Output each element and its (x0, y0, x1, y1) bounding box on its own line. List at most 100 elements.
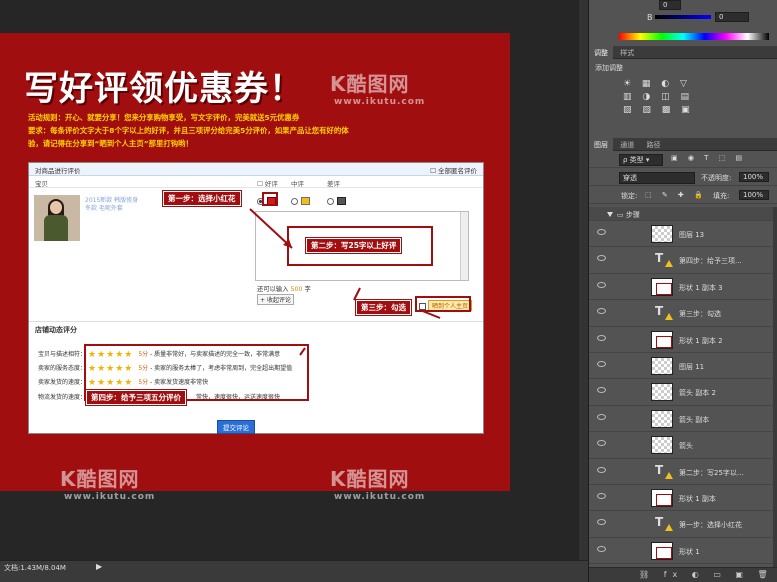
collapse-review-button[interactable]: + 收起评论 (257, 294, 294, 305)
vertical-scrollbar[interactable] (578, 0, 588, 560)
layer-row[interactable]: 形状 1 副本 (589, 485, 773, 512)
value-b-field[interactable]: 0 (715, 12, 749, 22)
watermark: K酷图网 www.ikutu.com (60, 467, 156, 502)
tab-styles[interactable]: 样式 (615, 46, 639, 60)
product-image (34, 195, 80, 241)
watermark: K酷图网 www.ikutu.com (330, 467, 426, 502)
visibility-eye-icon[interactable] (597, 492, 606, 499)
bad-rating-option[interactable] (327, 197, 346, 205)
status-menu-arrow-icon[interactable]: ▶ (96, 562, 102, 572)
document-canvas[interactable]: 写好评领优惠券！ 活动规则：开心、就要分享！您来分享购物享受，写文字评价，完美就… (0, 33, 510, 491)
mid-rating-option[interactable] (291, 197, 310, 205)
layer-name: 图层 13 (679, 231, 705, 239)
product-link[interactable]: 2015新款 韩版修身 冬款 毛呢外套 (85, 197, 145, 213)
filter-icons[interactable]: ▣ ◉ T ⬚ ▤ (671, 154, 746, 162)
layer-filter-row: ρ 类型 ▾ ▣ ◉ T ⬚ ▤ (589, 152, 777, 168)
value-top-field[interactable]: 0 (659, 0, 681, 10)
workspace: 写好评领优惠券！ 活动规则：开心、就要分享！您来分享购物享受，写文字评价，完美就… (0, 0, 588, 560)
channel-b-label: B (647, 13, 653, 22)
doc-size: 文档:1.43M/8.04M (4, 564, 66, 572)
text-layer-icon: T (655, 462, 664, 477)
tab-channels[interactable]: 通道 (615, 138, 639, 152)
visibility-eye-icon[interactable] (597, 440, 606, 447)
submit-review-button[interactable]: 提交评论 (217, 420, 255, 434)
yellow-flower-icon (301, 197, 310, 205)
col-product: 宝贝 (35, 180, 48, 188)
layer-row[interactable]: T 第四步：给予三项... (589, 247, 773, 274)
mid-radio[interactable] (291, 197, 298, 205)
fill-field[interactable]: 100% (739, 190, 769, 200)
layer-row[interactable]: 箭头 副本 2 (589, 379, 773, 406)
visibility-eye-icon[interactable] (597, 413, 606, 420)
anonymous-label: 全部匿名评价 (438, 167, 477, 175)
visibility-eye-icon[interactable] (597, 466, 606, 473)
tab-layers[interactable]: 图层 (589, 138, 613, 152)
promo-title: 写好评领优惠券！ (24, 69, 304, 109)
layer-thumbnail (651, 541, 673, 560)
blend-row: 穿透 不透明度: 100% (589, 170, 777, 186)
anonymous-option[interactable]: ☐ 全部匿名评价 (430, 165, 477, 175)
fill-label: 填充: (713, 192, 730, 200)
color-panel: 0 B 0 (589, 0, 777, 46)
expand-triangle-icon[interactable] (607, 212, 613, 217)
watermark: K酷图网 www.ikutu.com (330, 72, 426, 107)
visibility-eye-icon[interactable] (597, 229, 606, 235)
layer-row[interactable]: 图层 13 (589, 221, 773, 248)
adjustment-icons[interactable]: ☀ ▦ ◐ ▽ ▥ ◑ ◫ ▤ ▨ ▧ ▩ ▣ (623, 78, 743, 117)
layer-name: 形状 1 (679, 547, 700, 556)
layer-thumbnail (651, 488, 673, 507)
layer-name: 第四步：给予三项... (679, 257, 742, 266)
b-slider[interactable] (655, 15, 711, 19)
visibility-eye-icon[interactable] (597, 360, 606, 367)
layer-thumbnail (651, 225, 673, 243)
tab-paths[interactable]: 路径 (641, 138, 665, 152)
layer-row[interactable]: 形状 1 副本 2 (589, 327, 773, 353)
layer-thumbnail (651, 330, 673, 349)
col-good: ☐ 好评 (257, 180, 278, 188)
layer-row[interactable]: T 第二步：写25字以... (589, 459, 773, 485)
visibility-eye-icon[interactable] (597, 334, 606, 341)
divider (29, 321, 483, 322)
rules-line-3: 验，请记得在分享到“晒到个人主页”那里打钩哟！ (28, 139, 193, 148)
layer-tabs: 图层 通道 路径 (589, 138, 777, 152)
color-ramp[interactable] (619, 33, 769, 40)
text-layer-icon: T (655, 515, 664, 530)
lock-label: 锁定: (621, 192, 638, 200)
tab-adjust[interactable]: 调整 (589, 46, 613, 60)
layer-row[interactable]: 形状 1 (589, 538, 773, 565)
lock-icons[interactable]: ⬚ ✎ ✚ 🔒 (645, 191, 707, 199)
bad-radio[interactable] (327, 197, 334, 205)
layer-group[interactable]: ▭ 步骤 (589, 207, 773, 221)
visibility-eye-icon[interactable] (597, 519, 606, 526)
rules-line-1: 活动规则：开心、就要分享！您来分享购物享受，写文字评价，完美就送5元优惠券 (28, 113, 300, 122)
layers-scrollbar[interactable] (773, 207, 777, 567)
kind-filter[interactable]: ρ 类型 ▾ (619, 154, 663, 166)
visibility-eye-icon[interactable] (597, 281, 606, 288)
layer-name: 第二步：写25字以... (679, 468, 744, 477)
right-panel: 0 B 0 调整 样式 添加调整 ☀ ▦ ◐ ▽ ▥ ◑ ◫ ▤ ▨ ▧ ▩ ▣ 图… (588, 0, 777, 582)
visibility-eye-icon[interactable] (597, 387, 606, 394)
visibility-eye-icon[interactable] (597, 255, 606, 262)
layer-row[interactable]: 形状 1 副本 3 (589, 274, 773, 301)
layer-name: 箭头 副本 2 (679, 389, 716, 398)
warning-icon (665, 471, 673, 479)
layer-row[interactable]: T 第三步：勾选 (589, 300, 773, 327)
layer-row[interactable]: T 第一步：选择小红花 (589, 511, 773, 538)
promo-rules: 活动规则：开心、就要分享！您来分享购物享受，写文字评价，完美就送5元优惠券 要求… (28, 111, 468, 150)
layer-row[interactable]: 箭头 副本 (589, 406, 773, 433)
blend-mode-select[interactable]: 穿透 (619, 172, 695, 184)
opacity-field[interactable]: 100% (739, 172, 769, 182)
col-bad: 差评 (327, 180, 340, 188)
layer-name: 箭头 副本 (679, 415, 710, 424)
layer-name: 第一步：选择小红花 (679, 521, 742, 530)
column-headers: 宝贝 ☐ 好评 中评 差评 (29, 176, 483, 188)
black-flower-icon (337, 197, 346, 205)
textarea-scrollbar[interactable] (460, 212, 468, 280)
layers-toolbar: ⛓ fx ◐ ▭ ▣ 🗑 (589, 567, 777, 582)
layer-row[interactable]: 箭头 (589, 432, 773, 459)
visibility-eye-icon[interactable] (597, 545, 606, 552)
opacity-label: 不透明度: (701, 174, 732, 182)
visibility-eye-icon[interactable] (597, 308, 606, 315)
layer-row[interactable]: 图层 11 (589, 353, 773, 380)
layer-action-icons[interactable]: ⛓ fx ◐ ▭ ▣ 🗑 (639, 570, 774, 579)
